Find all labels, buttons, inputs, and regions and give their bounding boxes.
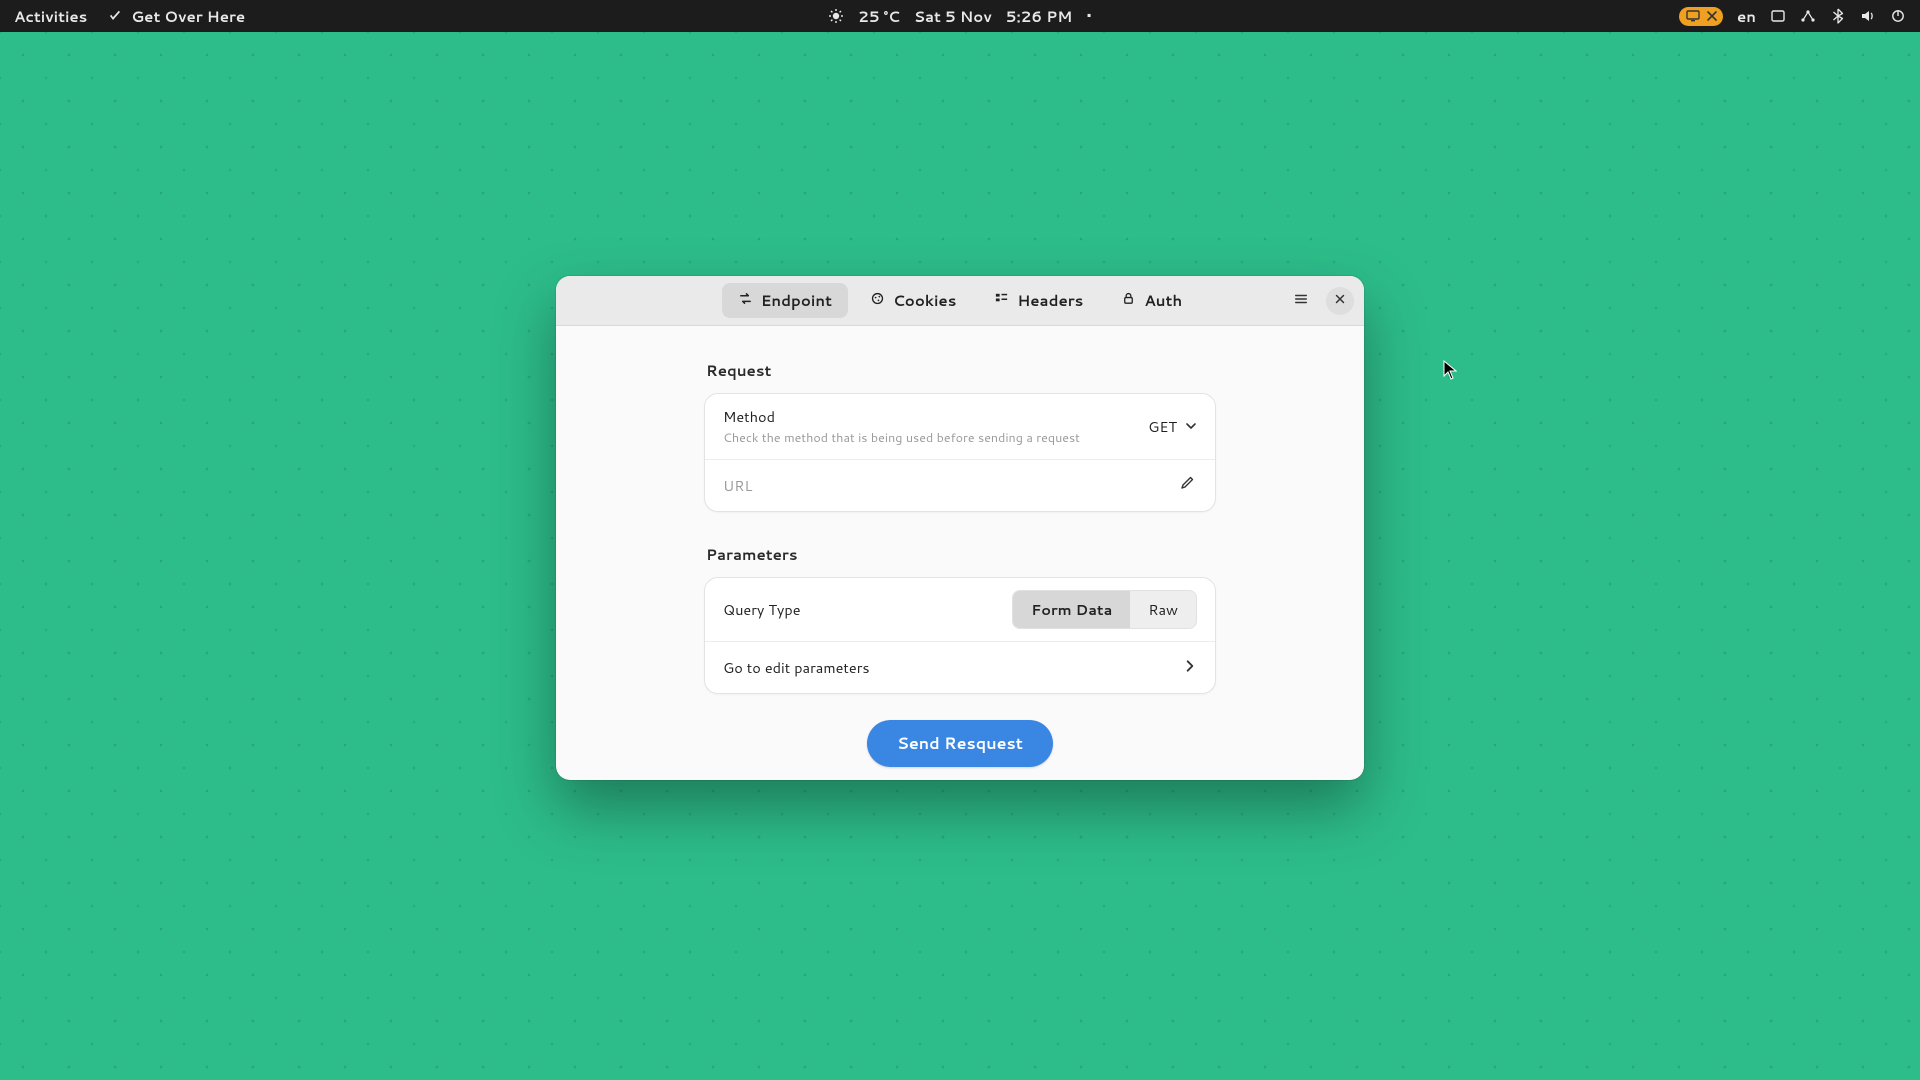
edit-parameters-row[interactable]: Go to edit parameters bbox=[705, 641, 1215, 693]
segment-raw[interactable]: Raw bbox=[1130, 591, 1196, 628]
hamburger-icon bbox=[1294, 289, 1308, 312]
segment-form-data[interactable]: Form Data bbox=[1013, 591, 1130, 628]
close-icon bbox=[1707, 8, 1717, 25]
current-app-menu[interactable]: Get Over Here bbox=[107, 6, 245, 27]
tab-auth-label: Auth bbox=[1144, 290, 1182, 311]
section-title-parameters: Parameters bbox=[706, 544, 1216, 565]
weather-temp[interactable]: 25 °C bbox=[858, 6, 900, 27]
chevron-down-icon bbox=[1185, 416, 1197, 437]
chevron-right-icon bbox=[1183, 656, 1197, 679]
section-title-request: Request bbox=[706, 360, 1216, 381]
clock-date[interactable]: Sat 5 Nov bbox=[914, 6, 992, 27]
activities-button[interactable]: Activities bbox=[14, 6, 87, 27]
top-panel: Activities Get Over Here 25 °C Sat 5 Nov… bbox=[0, 0, 1920, 32]
window-close-button[interactable] bbox=[1326, 287, 1354, 315]
edit-parameters-label: Go to edit parameters bbox=[723, 657, 870, 678]
headers-icon bbox=[994, 290, 1009, 311]
screenshot-tray-icon[interactable] bbox=[1770, 8, 1786, 24]
url-edit-button[interactable] bbox=[1177, 476, 1197, 496]
app-window: Endpoint Cookies Headers Auth bbox=[556, 276, 1364, 780]
query-type-row: Query Type Form Data Raw bbox=[705, 578, 1215, 641]
network-tray-icon[interactable] bbox=[1800, 8, 1816, 24]
tab-endpoint-label: Endpoint bbox=[761, 290, 832, 311]
tab-endpoint[interactable]: Endpoint bbox=[722, 283, 848, 318]
tab-cookies[interactable]: Cookies bbox=[854, 283, 972, 318]
bluetooth-tray-icon[interactable] bbox=[1830, 8, 1846, 24]
clock-time[interactable]: 5:26 PM bbox=[1006, 6, 1072, 27]
pencil-icon bbox=[1179, 474, 1195, 497]
view-switcher: Endpoint Cookies Headers Auth bbox=[722, 283, 1198, 318]
parameters-card: Query Type Form Data Raw Go to edit para… bbox=[704, 577, 1216, 694]
query-type-label: Query Type bbox=[723, 599, 801, 620]
window-content: Request Method Check the method that is … bbox=[556, 326, 1364, 780]
screen-recording-pill[interactable] bbox=[1679, 7, 1723, 26]
url-row[interactable]: URL bbox=[705, 459, 1215, 511]
lock-icon bbox=[1121, 290, 1136, 311]
tab-headers-label: Headers bbox=[1017, 290, 1083, 311]
hamburger-menu-button[interactable] bbox=[1286, 286, 1316, 316]
headerbar: Endpoint Cookies Headers Auth bbox=[556, 276, 1364, 326]
method-label: Method bbox=[723, 406, 1080, 427]
screen-icon bbox=[1685, 8, 1701, 24]
query-type-segmented: Form Data Raw bbox=[1012, 590, 1197, 629]
method-hint: Check the method that is being used befo… bbox=[723, 429, 1080, 447]
tab-headers[interactable]: Headers bbox=[978, 283, 1099, 318]
request-card: Method Check the method that is being us… bbox=[704, 393, 1216, 512]
send-request-button[interactable]: Send Resquest bbox=[867, 720, 1053, 767]
method-row[interactable]: Method Check the method that is being us… bbox=[705, 394, 1215, 459]
tab-auth[interactable]: Auth bbox=[1105, 283, 1198, 318]
url-placeholder: URL bbox=[723, 475, 752, 496]
method-value: GET bbox=[1148, 416, 1177, 437]
close-icon bbox=[1333, 289, 1347, 312]
app-indicator-icon bbox=[107, 8, 123, 24]
weather-icon bbox=[828, 8, 844, 24]
method-combo[interactable]: GET bbox=[1148, 416, 1197, 437]
current-app-name: Get Over Here bbox=[131, 6, 245, 27]
volume-tray-icon[interactable] bbox=[1860, 8, 1876, 24]
tab-cookies-label: Cookies bbox=[893, 290, 956, 311]
cookie-icon bbox=[870, 290, 885, 311]
swap-icon bbox=[738, 290, 753, 311]
power-tray-icon[interactable] bbox=[1890, 8, 1906, 24]
keyboard-layout-indicator[interactable]: en bbox=[1737, 6, 1756, 27]
